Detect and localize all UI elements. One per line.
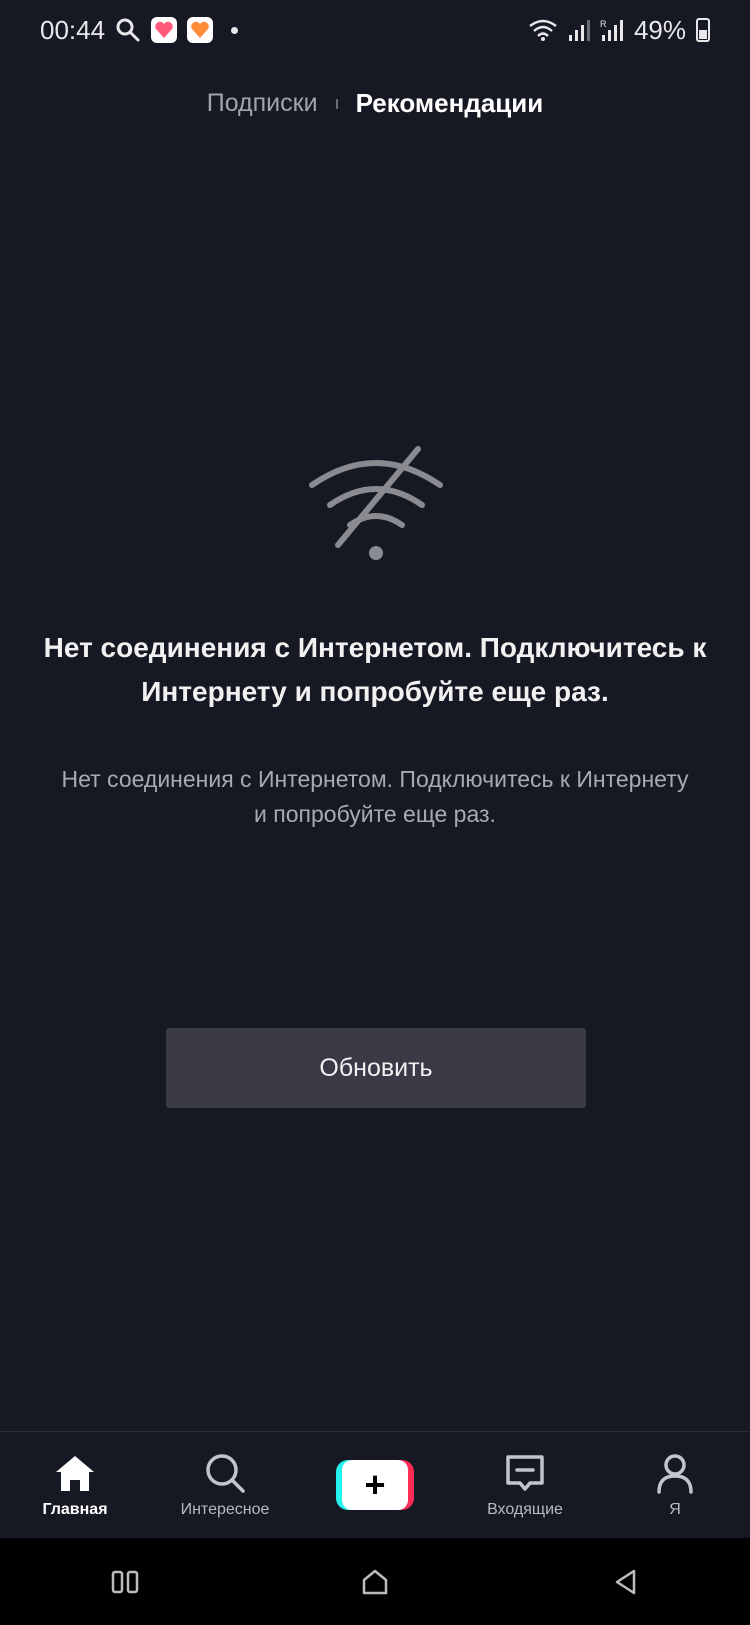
tab-for-you[interactable]: Рекомендации xyxy=(356,88,544,119)
status-time: 00:44 xyxy=(40,14,106,45)
nav-home[interactable]: Главная xyxy=(0,1451,150,1519)
nav-profile[interactable]: Я xyxy=(600,1451,750,1519)
nav-discover-label: Интересное xyxy=(180,1501,270,1518)
tab-following[interactable]: Подписки xyxy=(207,89,318,118)
home-outline-icon xyxy=(362,1569,388,1594)
likee-app-icon xyxy=(187,17,214,43)
nav-home-label: Главная xyxy=(42,1501,108,1518)
system-nav-bar xyxy=(0,1538,750,1625)
battery-icon xyxy=(696,18,710,42)
signal-roaming-icon: R xyxy=(600,19,623,41)
nav-profile-label: Я xyxy=(669,1501,681,1518)
nav-discover[interactable]: Интересное xyxy=(150,1451,300,1519)
back-button[interactable] xyxy=(595,1552,655,1612)
profile-icon xyxy=(657,1454,693,1494)
nav-inbox[interactable]: Входящие xyxy=(450,1451,600,1519)
home-button[interactable] xyxy=(345,1552,405,1612)
error-title: Нет соединения с Интернетом. Подключитес… xyxy=(43,632,707,707)
nav-create[interactable]: + xyxy=(300,1460,450,1510)
status-bar: 00:44 R 49% xyxy=(0,0,750,60)
feed-tabs: Подписки Рекомендации xyxy=(0,88,750,119)
home-icon xyxy=(56,1456,94,1491)
likee-app-icon xyxy=(151,17,178,43)
notification-dot xyxy=(231,26,239,34)
recent-apps-icon xyxy=(111,1570,139,1593)
wifi-icon xyxy=(529,19,557,41)
status-bar-left: 00:44 xyxy=(40,14,239,46)
status-bar-right: R 49% xyxy=(528,15,710,46)
recent-apps-button[interactable] xyxy=(95,1552,155,1612)
svg-text:R: R xyxy=(600,19,607,29)
plus-icon: + xyxy=(342,1460,408,1510)
wifi-off-icon xyxy=(309,446,443,560)
create-button[interactable]: + xyxy=(336,1460,414,1510)
inbox-icon xyxy=(506,1455,544,1491)
signal-icon xyxy=(568,20,590,41)
refresh-button[interactable]: Обновить xyxy=(166,1028,586,1108)
error-description: Нет соединения с Интернетом. Подключитес… xyxy=(61,766,689,827)
tab-separator xyxy=(335,98,338,109)
battery-percent: 49% xyxy=(633,14,686,45)
nav-inbox-label: Входящие xyxy=(487,1501,563,1518)
bottom-nav: Главная Интересное + Входящие Я xyxy=(0,1431,750,1538)
back-icon xyxy=(615,1569,636,1594)
search-icon xyxy=(206,1454,245,1493)
search-icon xyxy=(116,18,140,42)
